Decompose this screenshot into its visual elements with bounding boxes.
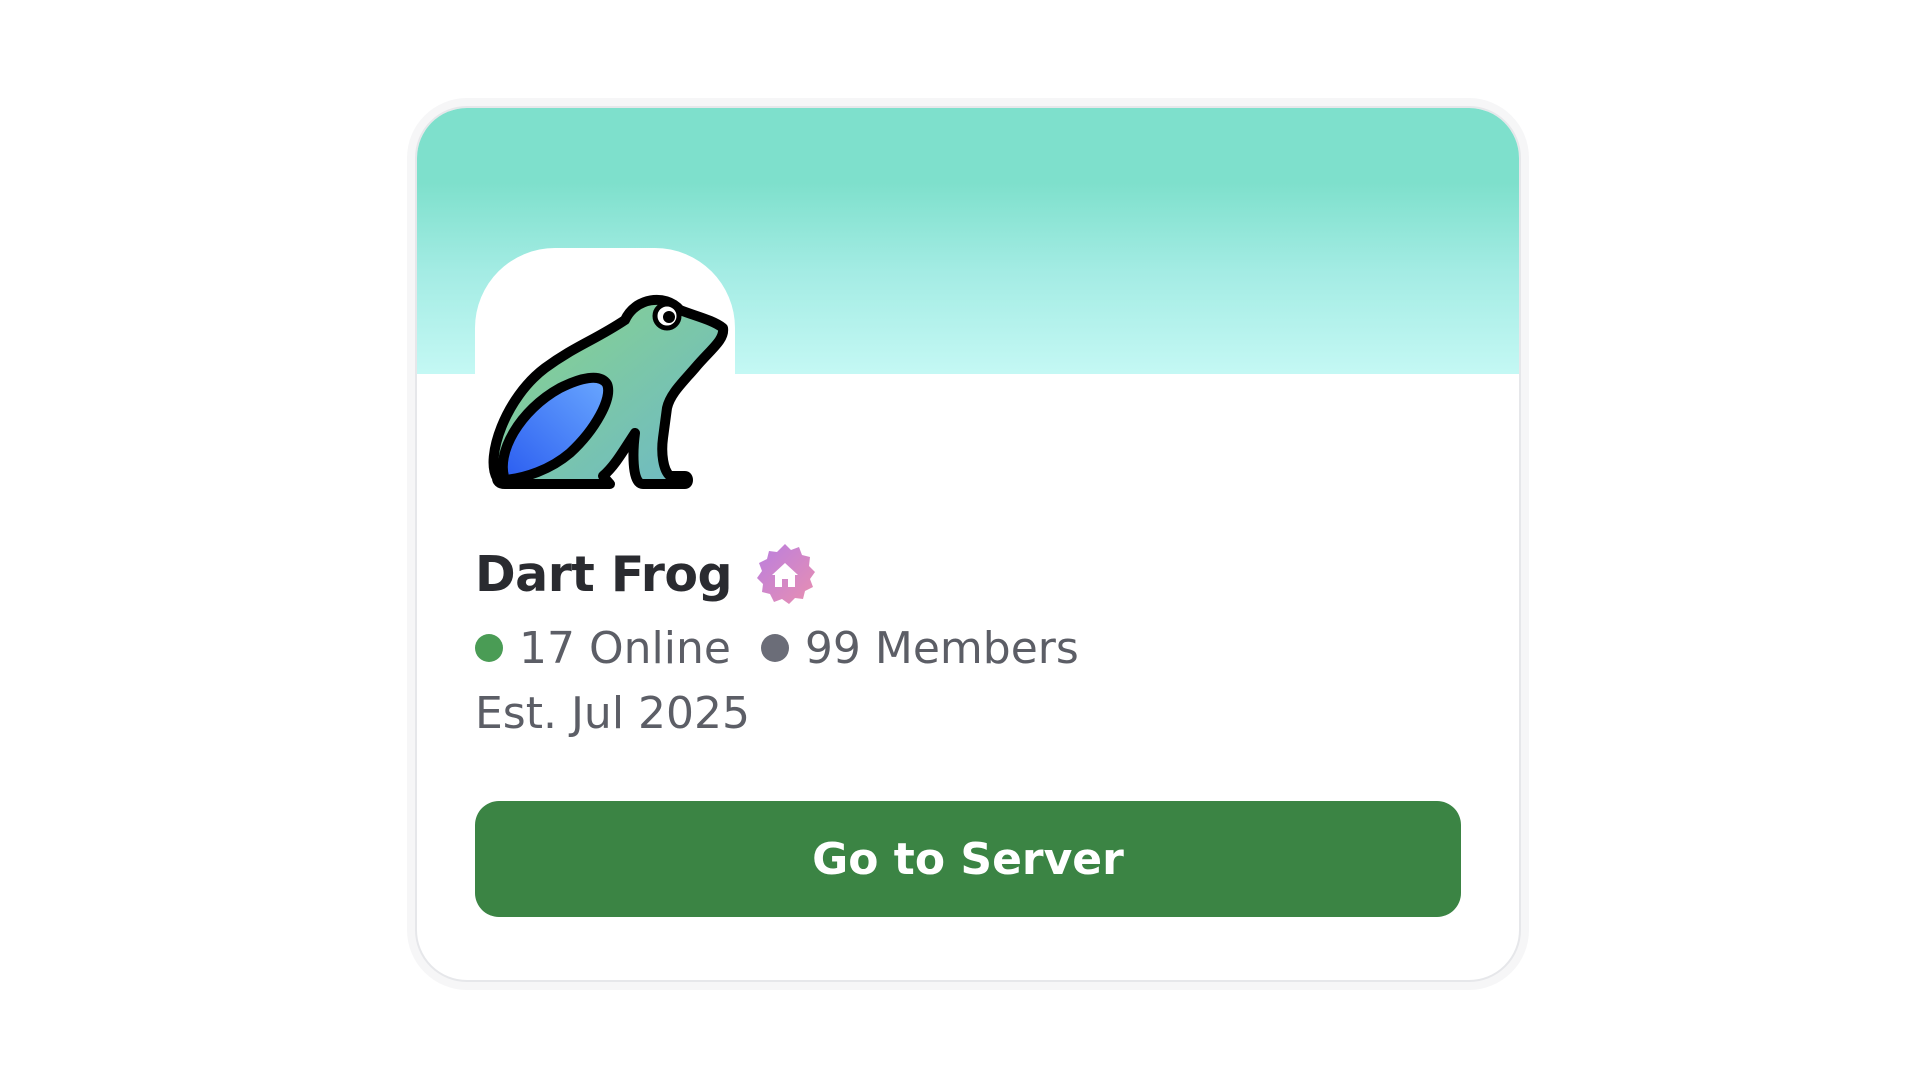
members-dot-icon	[760, 634, 789, 662]
server-info: Dart Frog 17 Online 99 Members Est. Jul …	[475, 538, 1461, 744]
online-dot-icon	[475, 634, 503, 662]
members-text: 99 Members	[804, 622, 1079, 674]
server-avatar	[475, 248, 735, 508]
online-count: 17 Online	[475, 623, 731, 674]
page: Dart Frog 17 Online 99 Members Est. Jul …	[0, 0, 1920, 1080]
server-invite-card: Dart Frog 17 Online 99 Members Est. Jul …	[415, 106, 1521, 982]
server-name: Dart Frog	[475, 545, 733, 603]
home-badge-icon	[752, 541, 818, 607]
member-count: 99 Members	[760, 622, 1079, 674]
online-text: 17 Online	[519, 622, 731, 674]
established-date: Est. Jul 2025	[475, 688, 750, 739]
go-to-server-button[interactable]: Go to Server	[475, 801, 1461, 917]
server-name-row: Dart Frog	[475, 538, 1461, 610]
server-stats: 17 Online 99 Members	[475, 618, 1461, 678]
frog-icon	[488, 294, 729, 489]
